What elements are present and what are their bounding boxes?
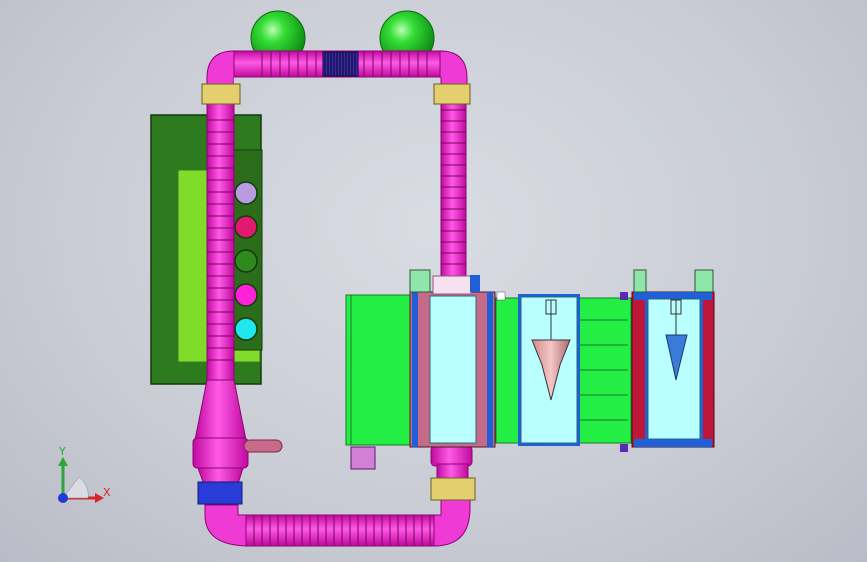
y-axis-label: Y (58, 445, 66, 458)
small-violet-box (350, 446, 376, 470)
coordinate-triad: X Y (58, 445, 111, 503)
bracket-top-right[interactable] (433, 83, 471, 105)
bracket-bottom-left[interactable] (197, 481, 243, 505)
cabinet-button-green[interactable] (234, 249, 258, 273)
cabinet-button-cyan[interactable] (234, 317, 258, 341)
bracket-bottom-right[interactable] (430, 477, 476, 501)
cad-graphics-viewport[interactable]: X Y (0, 0, 867, 562)
bracket-top-left[interactable] (201, 83, 241, 105)
cabinet-button-crimson[interactable] (234, 215, 258, 239)
processing-unit[interactable] (345, 269, 715, 470)
cabinet-button-lavender[interactable] (234, 181, 258, 205)
x-axis-label: X (103, 486, 111, 499)
cabinet-button-magenta[interactable] (234, 283, 258, 307)
